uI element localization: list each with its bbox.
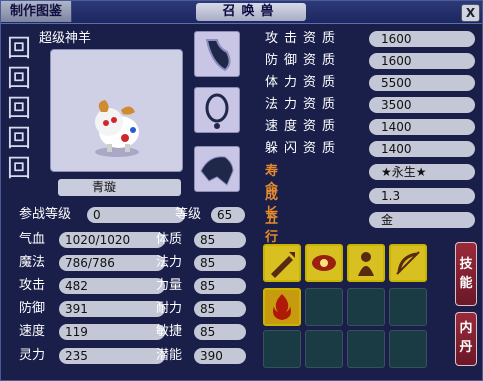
summon-beast-window: 制作图鉴 召唤兽 X 回 回 回 回 回 超级神羊 青璇 攻击资质 1600 防… bbox=[0, 0, 483, 381]
title-bar: 制作图鉴 召唤兽 X bbox=[1, 1, 482, 24]
stat-value: 1600 bbox=[369, 31, 475, 47]
attr-strength: 力量 85 bbox=[156, 277, 246, 295]
skill-slot[interactable] bbox=[347, 244, 385, 282]
armor-equip-slot[interactable] bbox=[194, 146, 240, 192]
stat-value: 235 bbox=[59, 348, 165, 364]
attr-value: 85 bbox=[194, 301, 246, 317]
attr-value: 85 bbox=[194, 278, 246, 294]
empty-skill-slot[interactable] bbox=[389, 288, 427, 326]
attr-endurance: 耐力 85 bbox=[156, 300, 246, 318]
close-button[interactable]: X bbox=[461, 4, 480, 22]
pet-type-name: 超级神羊 bbox=[39, 31, 92, 46]
sword-skill-icon bbox=[265, 246, 299, 280]
skill-slot[interactable] bbox=[263, 244, 301, 282]
stat-speed: 速度 119 bbox=[19, 323, 165, 341]
battle-level-value: 0 bbox=[87, 207, 185, 223]
stat-value: 1400 bbox=[369, 119, 475, 135]
meander-icon: 回 bbox=[7, 124, 31, 152]
stat-hp: 气血 1020/1020 bbox=[19, 231, 165, 249]
level-value: 65 bbox=[211, 207, 245, 223]
sheep-pet-icon bbox=[95, 100, 139, 157]
growth-value: 1.3 bbox=[369, 188, 475, 204]
fire-skill-icon bbox=[265, 290, 299, 324]
attr-value: 85 bbox=[194, 232, 246, 248]
stat-value: 1020/1020 bbox=[59, 232, 165, 248]
figure-skill-icon bbox=[349, 246, 383, 280]
stat-value: 5500 bbox=[369, 75, 475, 91]
lifespan-value: ★永生★ bbox=[369, 164, 475, 180]
empty-skill-slot[interactable] bbox=[389, 330, 427, 368]
stat-mp: 魔法 786/786 bbox=[19, 254, 165, 272]
stat-value: 119 bbox=[59, 324, 165, 340]
meander-icon: 回 bbox=[7, 154, 31, 182]
stat-value: 3500 bbox=[369, 97, 475, 113]
empty-skill-slot[interactable] bbox=[263, 330, 301, 368]
armor-equip-icon bbox=[200, 156, 234, 186]
attr-magic: 法力 85 bbox=[156, 254, 246, 272]
attr-value: 85 bbox=[194, 324, 246, 340]
pet-portrait bbox=[50, 49, 183, 172]
eye-skill-icon bbox=[307, 246, 341, 280]
stat-value: 1600 bbox=[369, 53, 475, 69]
bow-skill-icon bbox=[391, 246, 425, 280]
stat-value: 482 bbox=[59, 278, 165, 294]
stat-attack: 攻击 482 bbox=[19, 277, 165, 295]
attr-value: 390 bbox=[194, 348, 246, 364]
ring-equip-icon bbox=[205, 93, 229, 129]
meander-icon: 回 bbox=[7, 34, 31, 62]
window-title: 召唤兽 bbox=[196, 3, 306, 21]
meander-icon: 回 bbox=[7, 94, 31, 122]
attr-potential: 潜能 390 bbox=[156, 347, 246, 365]
attr-agility: 敏捷 85 bbox=[156, 323, 246, 341]
necklace-equip-icon bbox=[205, 39, 231, 72]
skill-slot[interactable] bbox=[389, 244, 427, 282]
meander-border: 回 回 回 回 回 bbox=[7, 35, 33, 185]
ring-equip-slot[interactable] bbox=[194, 87, 240, 133]
tab-craft-catalog[interactable]: 制作图鉴 bbox=[1, 1, 72, 22]
necklace-equip-slot[interactable] bbox=[194, 31, 240, 77]
battle-level-row: 参战等级 0 bbox=[19, 206, 185, 224]
pet-name-field: 青璇 bbox=[58, 179, 181, 196]
stat-value: 1400 bbox=[369, 141, 475, 157]
empty-skill-slot[interactable] bbox=[347, 288, 385, 326]
inner-pill-button[interactable]: 内丹 bbox=[455, 312, 477, 366]
empty-skill-slot[interactable] bbox=[347, 330, 385, 368]
attr-value: 85 bbox=[194, 255, 246, 271]
empty-skill-slot[interactable] bbox=[305, 330, 343, 368]
element-value: 金 bbox=[369, 212, 475, 228]
skill-slot[interactable] bbox=[263, 288, 301, 326]
stat-value: 391 bbox=[59, 301, 165, 317]
meander-icon: 回 bbox=[7, 64, 31, 92]
skills-button[interactable]: 技能 bbox=[455, 242, 477, 306]
level-row: 等级 65 bbox=[175, 206, 245, 224]
stat-defense: 防御 391 bbox=[19, 300, 165, 318]
stat-spirit: 灵力 235 bbox=[19, 347, 165, 365]
empty-skill-slot[interactable] bbox=[305, 288, 343, 326]
stat-value: 786/786 bbox=[59, 255, 165, 271]
skill-slot[interactable] bbox=[305, 244, 343, 282]
attr-constitution: 体质 85 bbox=[156, 231, 246, 249]
